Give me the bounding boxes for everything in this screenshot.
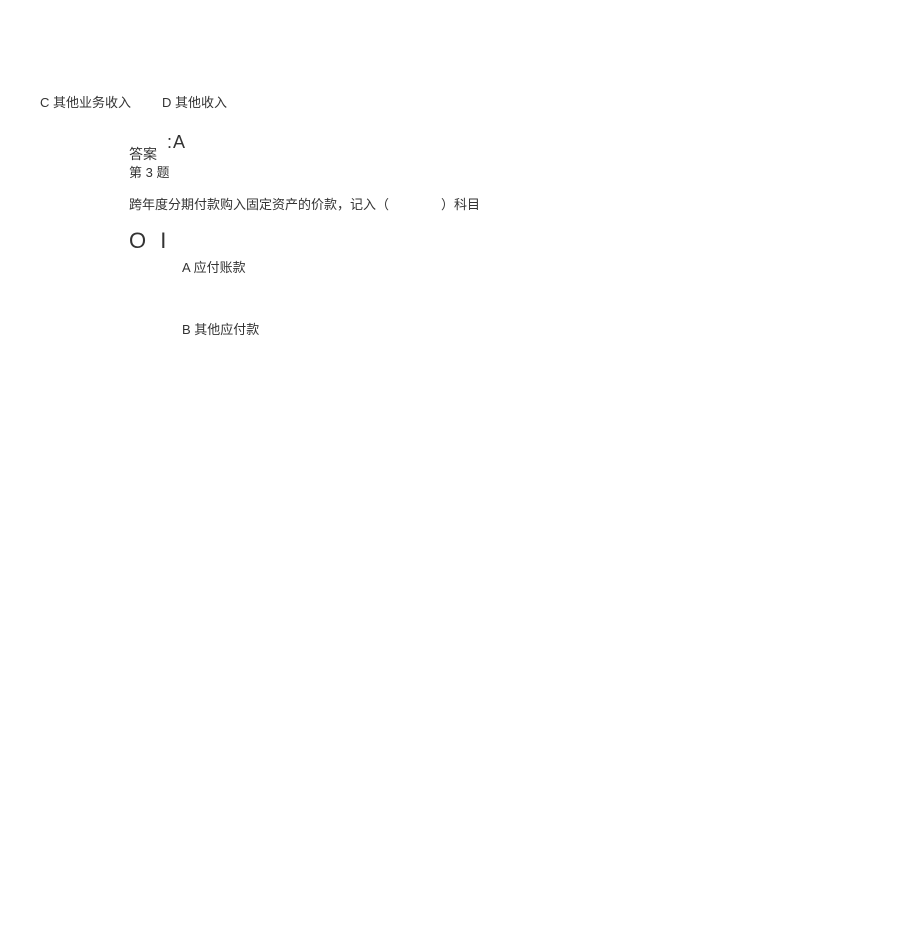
big-mark-oi: O I xyxy=(129,228,170,254)
prev-option-d: D 其他收入 xyxy=(162,92,227,111)
answer-value: :A xyxy=(167,132,186,153)
prev-option-c: C 其他业务收入 xyxy=(40,92,131,111)
option-b: B 其他应付款 xyxy=(182,319,259,338)
answer-label: 答案 xyxy=(129,144,157,164)
question-number: 第 3 题 xyxy=(129,162,169,181)
question-stem: 跨年度分期付款购入固定资产的价款，记入（ ）科目 xyxy=(129,194,480,213)
option-a: A 应付账款 xyxy=(182,257,246,276)
